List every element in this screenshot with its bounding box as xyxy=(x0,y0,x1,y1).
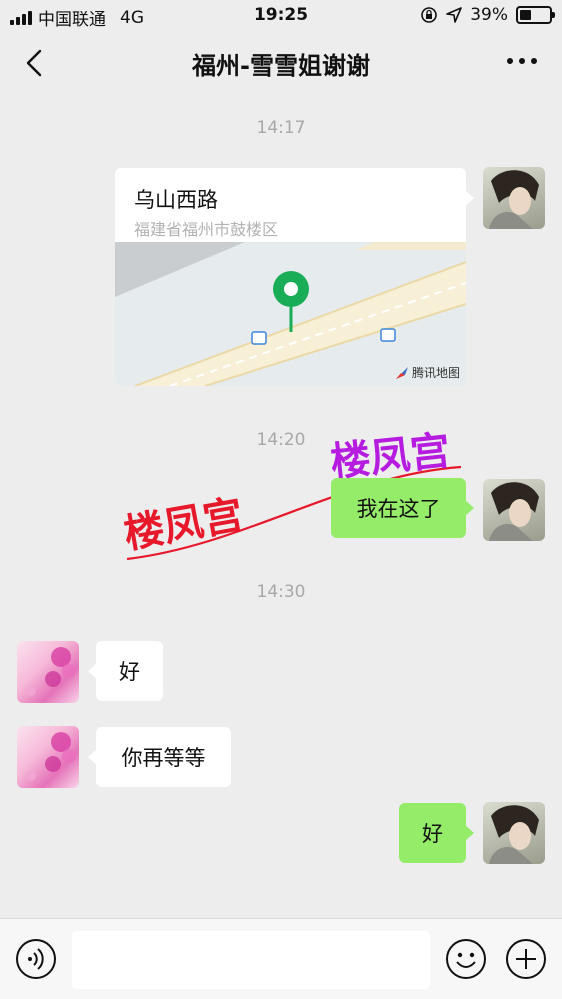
timestamp: 14:30 xyxy=(256,582,306,602)
timestamp: 14:17 xyxy=(256,118,306,138)
location-title: 乌山西路 xyxy=(134,188,218,212)
avatar-contact-image xyxy=(26,732,76,781)
voice-icon[interactable] xyxy=(15,938,57,980)
input-bar xyxy=(0,918,562,999)
avatar-self-image xyxy=(489,170,539,229)
avatar-self[interactable] xyxy=(483,802,545,864)
avatar-contact-image xyxy=(26,647,76,696)
nav-bar: 福州-雪雪姐谢谢 xyxy=(0,32,562,94)
status-right: 39% xyxy=(420,5,555,25)
timestamp: 14:20 xyxy=(256,430,306,450)
avatar-self[interactable] xyxy=(483,479,545,541)
avatar-contact[interactable] xyxy=(17,726,79,788)
message-input[interactable] xyxy=(72,931,430,989)
emoji-icon[interactable] xyxy=(445,938,487,980)
chat-title: 福州-雪雪姐谢谢 xyxy=(192,52,370,80)
avatar-self-image xyxy=(489,805,539,864)
battery-fill xyxy=(520,10,531,20)
map-credit: 腾讯地图 xyxy=(395,364,460,381)
plus-icon[interactable] xyxy=(505,938,547,980)
battery-icon xyxy=(516,6,555,24)
location-address: 福建省福州市鼓楼区 xyxy=(134,220,279,239)
avatar-contact[interactable] xyxy=(17,641,79,703)
lock-rotation-icon xyxy=(421,7,438,23)
status-bar: 中国联通 4G 19:25 39% xyxy=(0,0,562,32)
location-map[interactable]: 腾讯地图 xyxy=(115,242,466,386)
location-arrow-icon xyxy=(446,7,463,23)
battery-percent: 39% xyxy=(470,5,508,25)
avatar-self-image xyxy=(489,482,539,541)
chevron-left-icon[interactable] xyxy=(22,48,50,78)
location-message[interactable]: 乌山西路 福建省福州市鼓楼区 腾讯地图 xyxy=(115,168,474,386)
more-dots-icon[interactable] xyxy=(504,49,540,73)
message-bubble-out[interactable]: 我在这了 xyxy=(331,478,474,538)
avatar-self[interactable] xyxy=(483,167,545,229)
tencent-map-logo-icon xyxy=(395,366,408,379)
message-bubble-in[interactable]: 你再等等 xyxy=(88,727,231,787)
message-bubble-in[interactable]: 好 xyxy=(88,641,163,701)
message-bubble-out[interactable]: 好 xyxy=(399,803,474,863)
